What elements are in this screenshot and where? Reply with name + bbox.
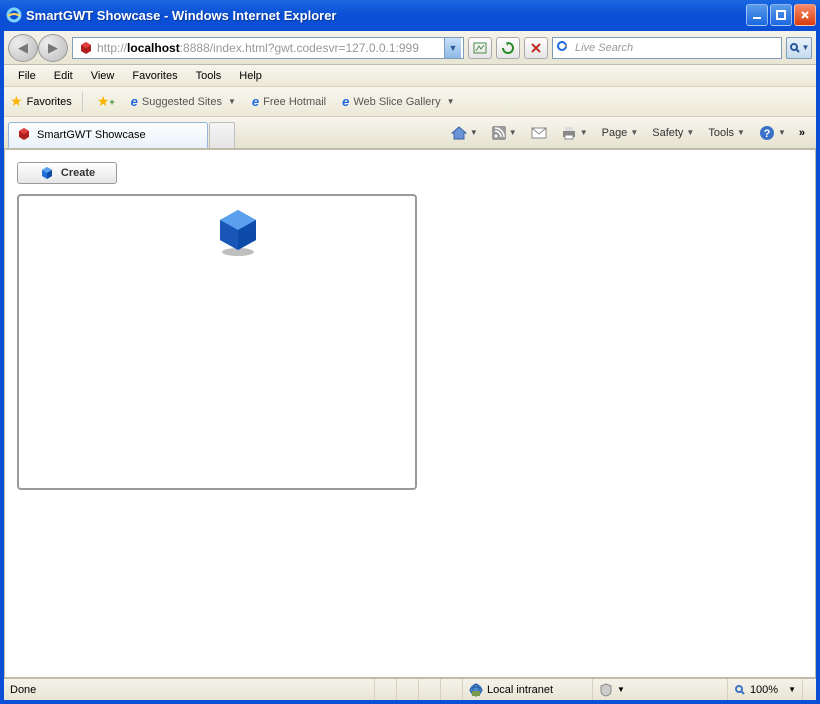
link-suggested-sites[interactable]: e Suggested Sites ▼ (127, 92, 240, 111)
help-button[interactable]: ? ▼ (755, 122, 790, 144)
help-icon: ? (759, 125, 775, 141)
ie-page-icon: e (252, 94, 259, 109)
cmd-label: Tools (708, 127, 734, 139)
tab-title: SmartGWT Showcase (37, 129, 146, 141)
cmd-label: Safety (652, 127, 683, 139)
read-mail-button[interactable] (527, 124, 551, 142)
navigation-toolbar: ◀ ▶ http://localhost:8888/index.html?gwt… (4, 31, 816, 65)
stop-button[interactable] (524, 37, 548, 59)
menu-file[interactable]: File (10, 68, 44, 84)
svg-text:?: ? (764, 128, 771, 140)
security-zone[interactable]: Local intranet (462, 679, 592, 700)
create-button[interactable]: Create (17, 162, 117, 184)
new-tab-button[interactable] (209, 122, 235, 148)
chevron-down-icon: ▼ (228, 97, 236, 106)
zoom-value: 100% (750, 684, 778, 696)
favorites-bar: ★ Favorites ★ + e Suggested Sites ▼ e Fr… (4, 87, 816, 117)
menu-favorites[interactable]: Favorites (124, 68, 185, 84)
safety-menu[interactable]: Safety▼ (648, 124, 698, 142)
cmd-label: Page (602, 127, 628, 139)
tab-bar: SmartGWT Showcase ▼ ▼ ▼ Page▼ Safety▼ To… (4, 117, 816, 149)
page-content: Create (4, 149, 816, 678)
site-icon (78, 40, 94, 56)
chevron-down-icon: ▼ (737, 128, 745, 137)
window-maximize-button[interactable] (770, 4, 792, 26)
address-dropdown[interactable]: ▼ (444, 38, 461, 58)
browser-tab[interactable]: SmartGWT Showcase (8, 122, 208, 148)
feeds-button[interactable]: ▼ (488, 123, 521, 143)
search-go-button[interactable]: ▼ (786, 37, 812, 59)
star-plus-icon: ★ (97, 93, 110, 110)
chevron-down-icon: ▼ (509, 128, 517, 137)
mail-icon (531, 127, 547, 139)
link-label: Suggested Sites (142, 96, 222, 108)
ie-page-icon: e (131, 94, 138, 109)
home-icon (451, 126, 467, 140)
link-label: Free Hotmail (263, 96, 326, 108)
refresh-button[interactable] (496, 37, 520, 59)
bing-icon (557, 39, 571, 56)
add-favorite-button[interactable]: ★ + (93, 91, 119, 112)
chevron-down-icon: ▼ (630, 128, 638, 137)
page-menu[interactable]: Page▼ (598, 124, 643, 142)
menu-view[interactable]: View (83, 68, 123, 84)
protected-mode-button[interactable]: ▼ (592, 679, 631, 700)
ie-app-icon (6, 7, 22, 23)
draggable-cube[interactable] (214, 206, 262, 254)
forward-button[interactable]: ▶ (38, 34, 68, 62)
drawing-canvas[interactable] (17, 194, 417, 490)
toolbar-overflow-button[interactable]: » (796, 127, 808, 139)
link-free-hotmail[interactable]: e Free Hotmail (248, 92, 330, 111)
search-box[interactable]: Live Search (552, 37, 782, 59)
star-icon: ★ (10, 93, 23, 110)
favorites-button[interactable]: ★ Favorites (10, 93, 72, 110)
chevron-down-icon: ▼ (617, 685, 625, 694)
chevron-down-icon: ▼ (470, 128, 478, 137)
globe-icon (469, 683, 483, 697)
print-button[interactable]: ▼ (557, 123, 592, 143)
menu-tools[interactable]: Tools (188, 68, 230, 84)
zoom-control[interactable]: 100% ▼ (727, 679, 802, 700)
ie-page-icon: e (342, 94, 349, 109)
plus-icon: + (109, 97, 114, 107)
menu-edit[interactable]: Edit (46, 68, 81, 84)
search-placeholder: Live Search (575, 42, 633, 54)
printer-icon (561, 126, 577, 140)
rss-icon (492, 126, 506, 140)
link-web-slice-gallery[interactable]: e Web Slice Gallery ▼ (338, 92, 458, 111)
chevron-down-icon: ▼ (778, 128, 786, 137)
address-bar[interactable]: http://localhost:8888/index.html?gwt.cod… (72, 37, 464, 59)
chevron-down-icon: ▼ (788, 685, 796, 694)
menu-help[interactable]: Help (231, 68, 270, 84)
window-close-button[interactable] (794, 4, 816, 26)
compat-view-button[interactable] (468, 37, 492, 59)
chevron-down-icon: ▼ (447, 97, 455, 106)
create-button-label: Create (61, 167, 95, 179)
back-button[interactable]: ◀ (8, 34, 38, 62)
home-button[interactable]: ▼ (447, 123, 482, 143)
menu-bar: File Edit View Favorites Tools Help (4, 65, 816, 87)
status-text: Done (4, 679, 374, 700)
shield-icon (599, 683, 613, 697)
window-minimize-button[interactable] (746, 4, 768, 26)
resize-grip[interactable] (802, 679, 816, 700)
site-icon (17, 127, 31, 144)
zoom-icon (734, 684, 746, 696)
status-bar: Done Local intranet ▼ 100% ▼ (4, 678, 816, 700)
chevron-down-icon: ▼ (580, 128, 588, 137)
chevron-down-icon: ▼ (686, 128, 694, 137)
grip-icon (809, 684, 810, 696)
zone-label: Local intranet (487, 684, 553, 696)
window-titlebar: SmartGWT Showcase - Windows Internet Exp… (0, 0, 820, 30)
tools-menu[interactable]: Tools▼ (704, 124, 749, 142)
url-text: http://localhost:8888/index.html?gwt.cod… (97, 41, 444, 55)
favorites-label: Favorites (27, 96, 72, 108)
link-label: Web Slice Gallery (353, 96, 440, 108)
cube-icon (39, 165, 55, 181)
window-title: SmartGWT Showcase - Windows Internet Exp… (26, 8, 746, 23)
